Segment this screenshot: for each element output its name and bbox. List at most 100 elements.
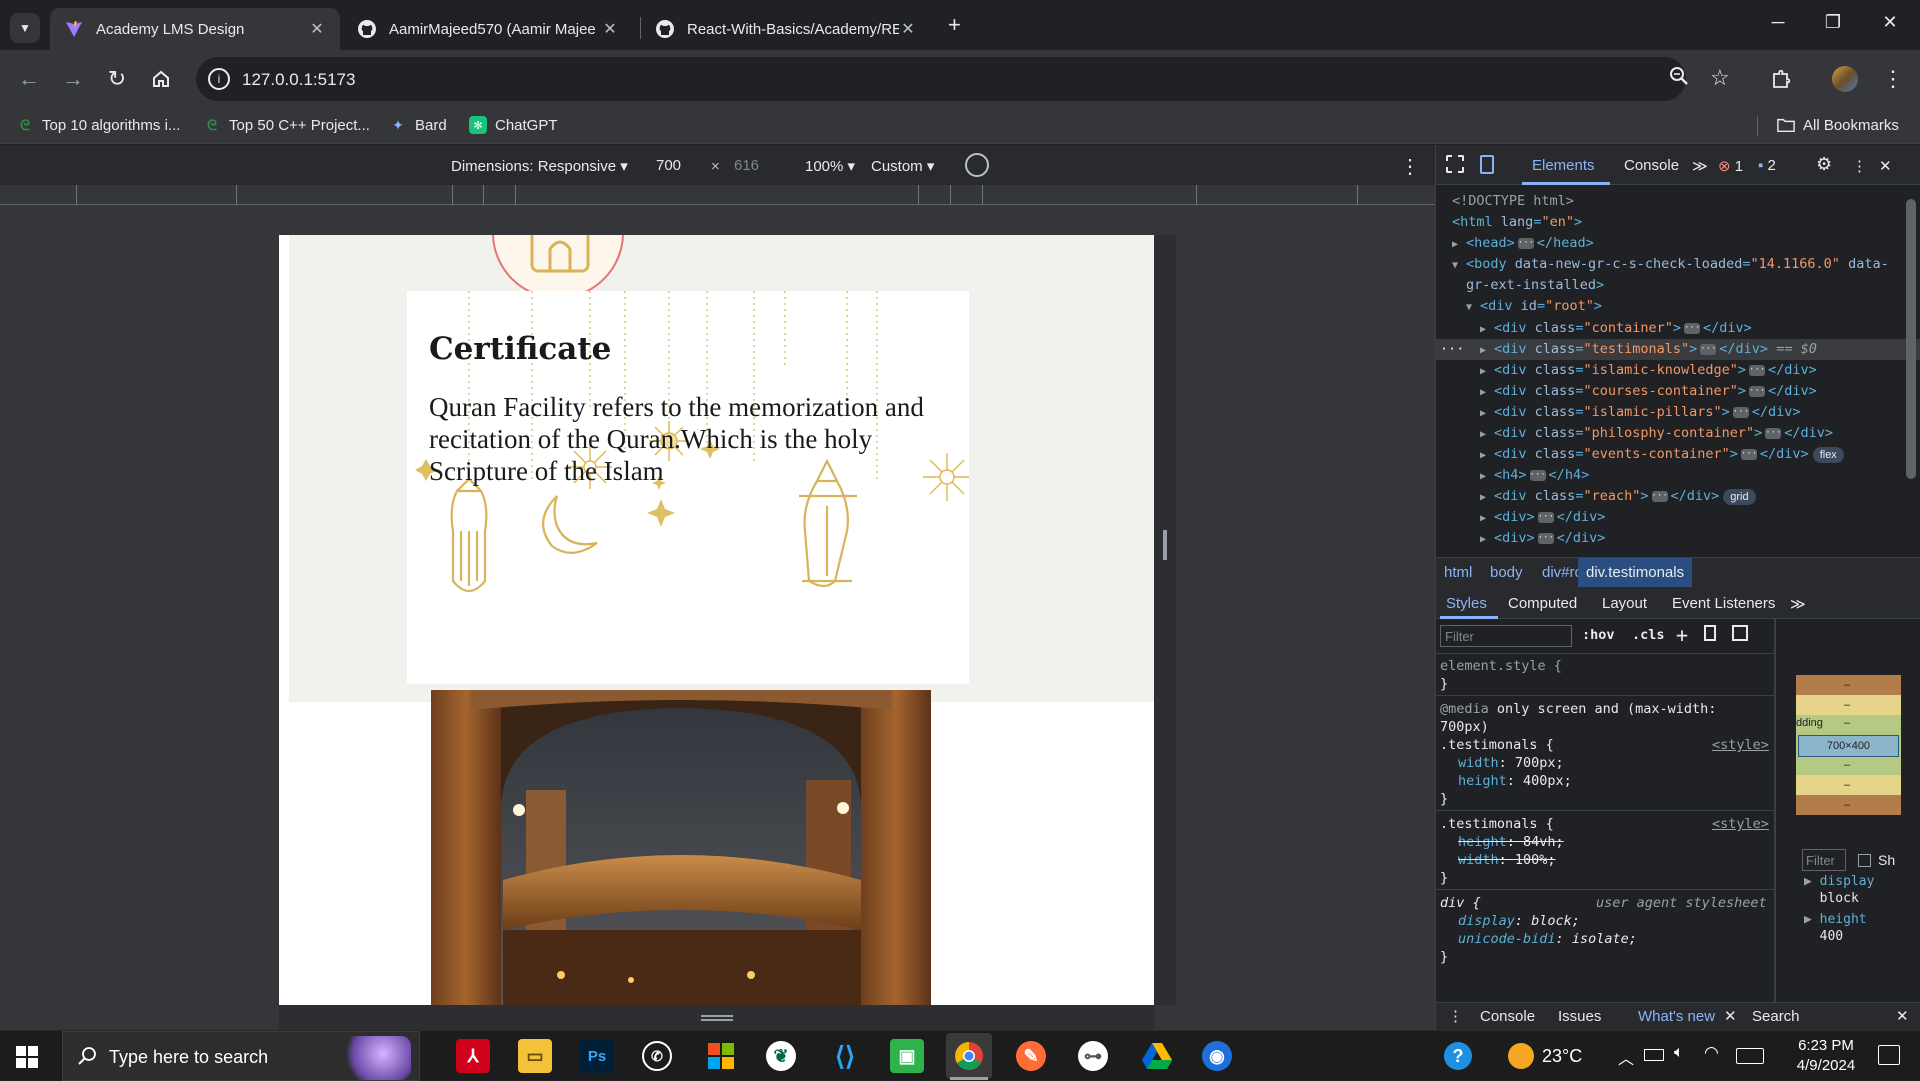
- dom-child-reach[interactable]: ▶ <div class="reach"> ··· </div> grid: [1480, 486, 1756, 507]
- style-source-link[interactable]: <style>: [1712, 736, 1769, 754]
- grid-badge[interactable]: grid: [1723, 489, 1756, 505]
- tab-github-repo[interactable]: React-With-Basics/Academy/RE ✕: [641, 8, 931, 50]
- tab-console[interactable]: Console: [1624, 157, 1679, 174]
- dimensions-select[interactable]: Dimensions: Responsive ▾: [451, 157, 628, 175]
- dom-scrollbar[interactable]: [1906, 199, 1916, 479]
- dom-child-div[interactable]: ▶ <div> ··· </div>: [1480, 507, 1605, 528]
- paint-brush-icon[interactable]: [1704, 625, 1716, 641]
- hov-toggle[interactable]: :hov: [1582, 627, 1615, 643]
- dom-body-cont[interactable]: gr-ext-installed>: [1466, 275, 1604, 296]
- clock[interactable]: 6:23 PM 4/9/2024: [1786, 1036, 1866, 1076]
- close-icon[interactable]: ✕: [899, 19, 917, 39]
- tab-elements[interactable]: Elements: [1532, 157, 1595, 174]
- box-content-size[interactable]: 700×400: [1798, 735, 1899, 757]
- dom-child-testimonals[interactable]: ▶ <div class="testimonals"> ··· </div> == $…: [1480, 339, 1817, 360]
- tab-styles[interactable]: Styles: [1446, 595, 1487, 612]
- box-value[interactable]: –: [1844, 699, 1850, 711]
- new-rule-plus-icon[interactable]: +: [1676, 623, 1688, 647]
- show-all-checkbox[interactable]: [1858, 854, 1871, 867]
- battery-icon[interactable]: [1644, 1049, 1664, 1061]
- tab-layout[interactable]: Layout: [1602, 595, 1647, 612]
- drawer-tab-whats-new[interactable]: What's new: [1638, 1008, 1715, 1025]
- dom-child-container[interactable]: ▶ <div class="container"> ··· </div>: [1480, 318, 1752, 339]
- dom-child-courses-container[interactable]: ▶ <div class="courses-container"> ··· </div…: [1480, 381, 1817, 402]
- reload-button[interactable]: ↻: [102, 64, 132, 94]
- dom-root[interactable]: ▼ <div id="root">: [1466, 296, 1602, 317]
- url-text[interactable]: 127.0.0.1:5173: [242, 70, 355, 90]
- home-button[interactable]: [146, 64, 176, 94]
- style-source-link[interactable]: <style>: [1712, 815, 1769, 833]
- message-count[interactable]: ▪ 2: [1758, 157, 1776, 174]
- computed-property[interactable]: ▶ display block: [1804, 873, 1874, 907]
- tab-academy-lms[interactable]: Academy LMS Design ✕: [50, 8, 340, 50]
- address-bar[interactable]: i 127.0.0.1:5173 ☆: [196, 57, 1730, 101]
- css-declaration[interactable]: unicode-bidi: isolate;: [1458, 930, 1637, 948]
- breadcrumb-body[interactable]: body: [1490, 564, 1523, 581]
- box-value[interactable]: –: [1844, 679, 1850, 691]
- dom-head[interactable]: ▶ <head> ··· </head>: [1452, 233, 1594, 254]
- testimonals-selector[interactable]: .testimonals {: [1440, 736, 1554, 754]
- profile-avatar[interactable]: [1830, 64, 1860, 94]
- computed-property[interactable]: ▶ height 400: [1804, 911, 1867, 945]
- extensions-button[interactable]: [1766, 64, 1796, 94]
- dom-body[interactable]: ▼ <body data-new-gr-c-s-check-loaded="14.…: [1452, 254, 1889, 275]
- styles-filter-input[interactable]: Filter: [1440, 625, 1572, 647]
- dom-row-ellipsis[interactable]: ···: [1440, 339, 1464, 360]
- more-vert-icon[interactable]: ⋮: [1400, 154, 1420, 179]
- messenger-icon[interactable]: ◉: [1202, 1041, 1232, 1071]
- dom-child-philosphy-container[interactable]: ▶ <div class="philosphy-container"> ··· </d…: [1480, 423, 1833, 444]
- close-icon[interactable]: ✕: [601, 19, 619, 39]
- vscode-icon[interactable]: ⟨⟩: [828, 1039, 862, 1073]
- css-declaration-overridden[interactable]: width: 100%;: [1458, 851, 1556, 869]
- wifi-icon[interactable]: ◠: [1704, 1043, 1719, 1063]
- restore-button[interactable]: ❐: [1813, 12, 1853, 33]
- notification-icon[interactable]: [1878, 1045, 1900, 1065]
- div-selector[interactable]: div {: [1440, 894, 1481, 912]
- close-drawer-icon[interactable]: ✕: [1896, 1007, 1909, 1025]
- photoshop-icon[interactable]: Ps: [580, 1039, 614, 1073]
- box-value[interactable]: –: [1844, 779, 1850, 791]
- drawer-tab-console[interactable]: Console: [1480, 1008, 1535, 1025]
- device-toggle-icon[interactable]: [1480, 155, 1494, 174]
- start-button[interactable]: [16, 1046, 38, 1068]
- weather-widget[interactable]: 23°C: [1508, 1043, 1582, 1069]
- flex-badge[interactable]: flex: [1812, 447, 1844, 463]
- cls-toggle[interactable]: .cls: [1632, 627, 1665, 643]
- height-input[interactable]: 616: [734, 157, 759, 174]
- viewport-resize-handle-bottom[interactable]: [279, 1005, 1154, 1030]
- box-value[interactable]: –: [1844, 759, 1850, 771]
- element-style-selector[interactable]: element.style {: [1440, 657, 1562, 675]
- browser-menu-button[interactable]: ⋮: [1878, 64, 1908, 94]
- postman-icon[interactable]: ✎: [1016, 1041, 1046, 1071]
- media-query-ruler[interactable]: [0, 185, 1435, 205]
- error-count[interactable]: ⊗ 1: [1718, 157, 1743, 175]
- css-declaration[interactable]: width: 700px;: [1458, 754, 1564, 772]
- dom-child-events-container[interactable]: ▶ <div class="events-container"> ··· </div>…: [1480, 444, 1844, 465]
- styles-scrollbar[interactable]: [1774, 619, 1776, 1004]
- chrome-icon[interactable]: [946, 1033, 992, 1079]
- box-value[interactable]: –: [1844, 717, 1850, 729]
- drawer-tab-search[interactable]: Search: [1752, 1008, 1800, 1025]
- dom-child-islamic-pillars[interactable]: ▶ <div class="islamic-pillars"> ··· </div>: [1480, 402, 1801, 423]
- tray-chevron-up-icon[interactable]: ︿: [1618, 1045, 1634, 1069]
- acrobat-icon[interactable]: ⅄: [456, 1039, 490, 1073]
- zoom-select[interactable]: 100% ▾: [805, 157, 855, 175]
- minimize-button[interactable]: ─: [1758, 12, 1798, 33]
- css-declaration[interactable]: height: 400px;: [1458, 772, 1572, 790]
- bookmark-bard[interactable]: ✦ Bard: [389, 116, 447, 134]
- more-tabs-icon[interactable]: ≫: [1790, 595, 1806, 613]
- settings-gear-icon[interactable]: ⚙: [1816, 154, 1832, 175]
- sidebar-toggle-icon[interactable]: [1732, 625, 1748, 641]
- mongodb-compass-icon[interactable]: ❦: [766, 1041, 796, 1071]
- css-declaration[interactable]: display: block;: [1458, 912, 1580, 930]
- dom-child-div[interactable]: ▶ <div> ··· </div>: [1480, 528, 1605, 549]
- microsoft-store-icon[interactable]: [704, 1039, 738, 1073]
- tab-github-profile[interactable]: AamirMajeed570 (Aamir Majee ✕: [343, 8, 633, 50]
- inspect-element-icon[interactable]: [1446, 155, 1464, 173]
- css-declaration-overridden[interactable]: height: 84vh;: [1458, 833, 1564, 851]
- taskbar-search[interactable]: Type here to search: [62, 1031, 420, 1081]
- zoom-icon[interactable]: [1668, 65, 1690, 93]
- all-bookmarks-button[interactable]: All Bookmarks: [1777, 116, 1899, 134]
- keyboard-icon[interactable]: [1736, 1048, 1764, 1064]
- breadcrumb-testimonals[interactable]: div.testimonals: [1578, 558, 1693, 587]
